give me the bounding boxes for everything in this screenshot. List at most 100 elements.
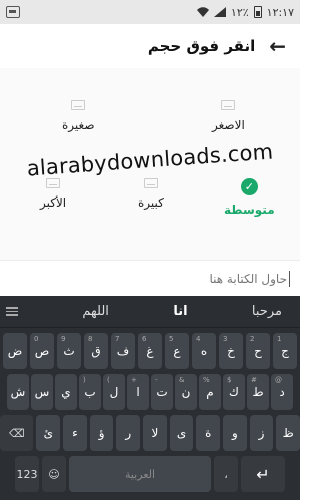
letter-key[interactable]: (ل bbox=[103, 374, 125, 410]
key-letter: ط bbox=[252, 385, 264, 399]
key-row-1: ض0ص9ث8ق7ف6غ5ع4ه3خ2ح1ج bbox=[0, 333, 300, 369]
page-title: انقر فوق حجم bbox=[147, 37, 256, 55]
battery-icon bbox=[253, 6, 262, 18]
letter-key[interactable]: ض bbox=[3, 333, 27, 369]
letter-key[interactable]: $ ك bbox=[223, 374, 245, 410]
key-letter: ي bbox=[61, 385, 71, 399]
key-hint: 3 bbox=[223, 335, 228, 343]
key-hint: 0 bbox=[34, 335, 39, 343]
option-label: الأكبر bbox=[40, 196, 67, 210]
key-letter: ت bbox=[156, 385, 168, 399]
key-letter: ا bbox=[136, 385, 140, 399]
enter-key[interactable]: ↵ bbox=[241, 456, 285, 492]
letter-key[interactable]: -ت bbox=[151, 374, 173, 410]
letter-key[interactable]: ئ bbox=[36, 415, 61, 451]
key-letter: لا bbox=[151, 426, 159, 440]
space-key[interactable]: العربية bbox=[69, 456, 211, 492]
screenshot-notification-icon bbox=[6, 6, 20, 18]
battery-percent: ٪١٢ bbox=[230, 5, 249, 19]
key-letter: ص bbox=[34, 344, 50, 358]
suggestion-item[interactable]: مرحبا bbox=[252, 304, 282, 319]
option-medium[interactable]: ✓ متوسطة bbox=[224, 178, 275, 217]
key-letter: و bbox=[231, 426, 238, 440]
letter-key[interactable]: ى bbox=[169, 415, 194, 451]
option-largest[interactable]: الأكبر bbox=[40, 178, 66, 210]
key-letter: ش bbox=[10, 385, 26, 399]
key-hint: 7 bbox=[115, 335, 120, 343]
key-letter: غ bbox=[146, 344, 154, 358]
letter-key[interactable]: & ن bbox=[175, 374, 197, 410]
watermark: alarabydownloads.com bbox=[26, 139, 274, 181]
letter-key[interactable]: + ا bbox=[127, 374, 149, 410]
key-letter: ؤ bbox=[98, 426, 105, 440]
key-letter: ئ bbox=[43, 426, 53, 440]
key-hint: % bbox=[203, 376, 210, 384]
letter-key[interactable]: % م bbox=[199, 374, 221, 410]
keyboard-size-icon bbox=[71, 100, 86, 110]
key-row-2: ش س ي) ب(ل + ا - ت & ن% م $ ك # ط @ د bbox=[0, 374, 300, 410]
letter-key[interactable]: ر bbox=[116, 415, 141, 451]
key-letter: د bbox=[279, 385, 285, 399]
letter-key[interactable]: 8ق bbox=[84, 333, 108, 369]
key-letter: ع bbox=[173, 344, 181, 358]
letter-key[interactable]: # ط bbox=[247, 374, 269, 410]
header: انقر فوق حجم ← bbox=[0, 24, 300, 68]
emoji-key[interactable]: ☺ bbox=[42, 456, 66, 492]
status-icons: ١٢:١٧ ٪١٢ bbox=[196, 5, 294, 19]
letter-key[interactable]: 5ع bbox=[165, 333, 189, 369]
letter-key[interactable]: و bbox=[223, 415, 247, 451]
option-label: كبيرة bbox=[138, 196, 164, 210]
suggestion-item[interactable]: انا bbox=[173, 304, 187, 319]
key-letter: ك bbox=[229, 385, 239, 399]
key-row-3: ⌫ ئ ء ؤ ر لا ى ة و ز ظ bbox=[0, 415, 301, 451]
key-hint: 6 bbox=[142, 335, 147, 343]
letter-key[interactable]: 0ص bbox=[30, 333, 54, 369]
test-input-area bbox=[0, 260, 300, 296]
letter-key[interactable]: ؤ bbox=[89, 415, 114, 451]
comma-key[interactable]: ، bbox=[214, 456, 238, 492]
key-letter: ر bbox=[125, 426, 132, 440]
letter-key[interactable]: ي bbox=[55, 374, 77, 410]
letter-key[interactable]: ز bbox=[249, 415, 274, 451]
letter-key[interactable]: س bbox=[31, 374, 53, 410]
keyboard: اللهم انا مرحبا ض0ص9ث8ق7ف6غ5ع4ه3خ2ح1ج شس… bbox=[0, 296, 301, 500]
letter-key[interactable]: ظ bbox=[276, 415, 301, 451]
suggestion-bar: اللهم انا مرحبا bbox=[0, 296, 300, 328]
key-letter: م bbox=[206, 385, 214, 399]
menu-icon[interactable] bbox=[6, 307, 18, 316]
key-hint: ( bbox=[107, 376, 110, 384]
option-smallest[interactable]: الاصغر bbox=[212, 100, 245, 132]
letter-key[interactable]: ش bbox=[7, 374, 29, 410]
test-text-input[interactable] bbox=[0, 271, 288, 286]
letter-key[interactable]: 7ف bbox=[111, 333, 135, 369]
key-letter: ض bbox=[7, 344, 23, 358]
letter-key[interactable]: 3خ bbox=[219, 333, 243, 369]
suggestion-item[interactable]: اللهم bbox=[82, 304, 109, 319]
key-letter: ز bbox=[258, 426, 265, 440]
letter-key[interactable]: ء bbox=[63, 415, 87, 451]
key-hint: + bbox=[131, 376, 137, 384]
option-large[interactable]: كبيرة bbox=[138, 178, 164, 210]
letter-key[interactable]: لا bbox=[143, 415, 167, 451]
wifi-icon bbox=[196, 7, 209, 17]
letter-key[interactable]: 1ج bbox=[273, 333, 297, 369]
letter-key[interactable]: ) ب bbox=[79, 374, 101, 410]
letter-key[interactable]: 9ث bbox=[57, 333, 81, 369]
letter-key[interactable]: 4ه bbox=[192, 333, 216, 369]
letter-key[interactable]: @ د bbox=[271, 374, 293, 410]
checkmark-icon: ✓ bbox=[240, 178, 258, 195]
option-label: متوسطة bbox=[224, 203, 275, 217]
backspace-key[interactable]: ⌫ bbox=[0, 415, 34, 451]
numbers-key[interactable]: 123 bbox=[15, 456, 39, 492]
size-options: الاصغر صغيرة alarabydownloads.com ✓ متوس… bbox=[0, 68, 300, 260]
letter-key[interactable]: 6غ bbox=[138, 333, 162, 369]
letter-key[interactable]: ة bbox=[196, 415, 221, 451]
key-hint: & bbox=[179, 376, 185, 384]
key-letter: ل bbox=[109, 385, 119, 399]
key-hint: # bbox=[251, 376, 257, 384]
key-letter: ى bbox=[176, 426, 187, 440]
back-arrow-icon[interactable]: ← bbox=[269, 34, 286, 58]
letter-key[interactable]: 2ح bbox=[246, 333, 270, 369]
key-hint: 1 bbox=[277, 335, 282, 343]
option-small[interactable]: صغيرة bbox=[62, 100, 95, 132]
